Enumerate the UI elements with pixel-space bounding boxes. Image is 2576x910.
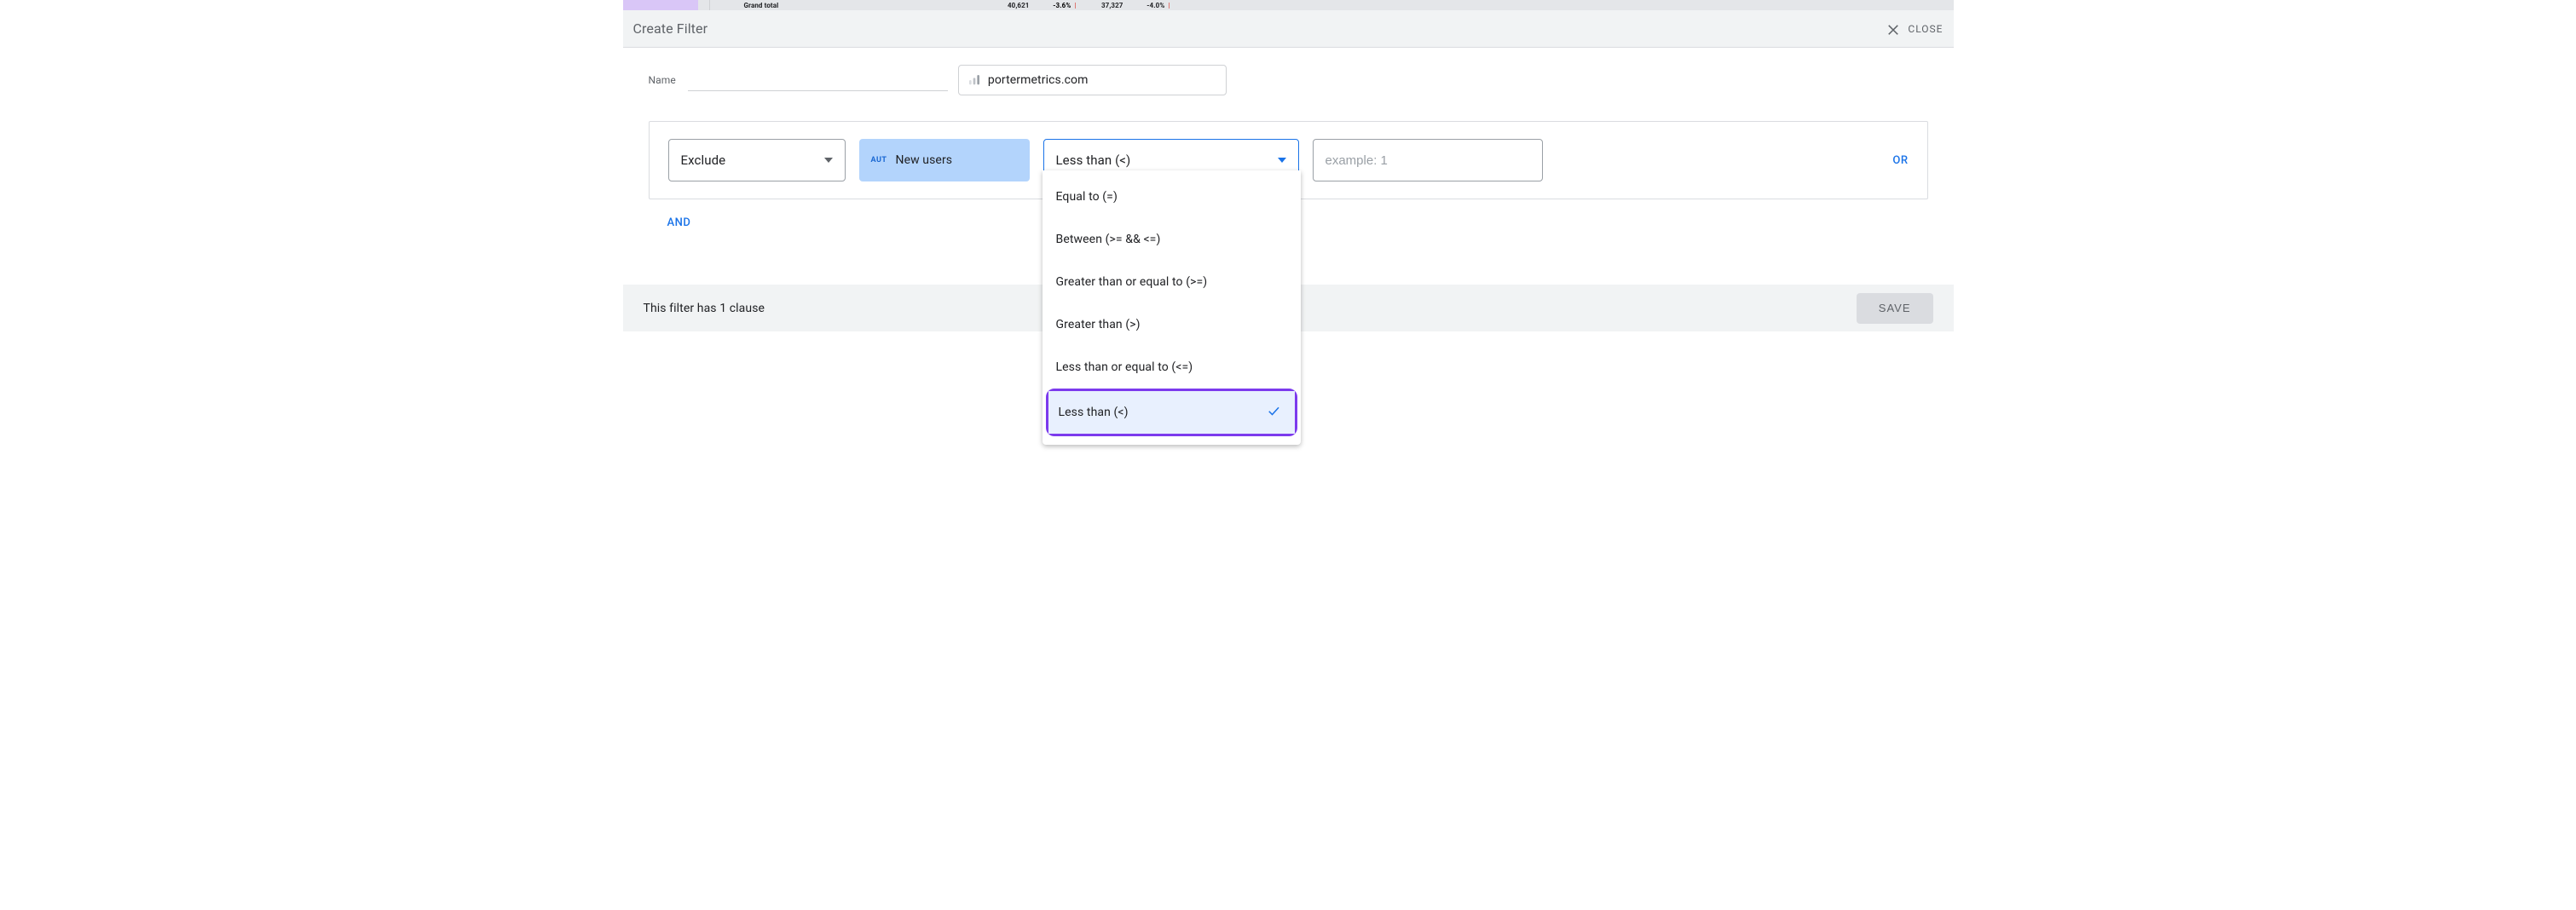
condition-value: Less than (<) xyxy=(1056,153,1131,168)
value-input[interactable] xyxy=(1313,139,1543,181)
footer-status: This filter has 1 clause xyxy=(644,302,765,315)
and-button[interactable]: AND xyxy=(667,216,691,229)
name-label: Name xyxy=(649,74,676,86)
condition-option-lte[interactable]: Less than or equal to (<=) xyxy=(1043,346,1301,389)
row-side-cell xyxy=(698,0,710,10)
total-delta-2: -4.0% | xyxy=(1128,2,1170,9)
close-label: CLOSE xyxy=(1908,23,1943,35)
chevron-down-icon xyxy=(1278,158,1286,163)
row-selector-cell xyxy=(623,0,698,10)
check-icon xyxy=(1266,403,1281,422)
or-button[interactable]: OR xyxy=(1892,154,1908,167)
total-value-2: 37,327 xyxy=(1085,2,1123,9)
condition-option-gte[interactable]: Greater than or equal to (>=) xyxy=(1043,261,1301,303)
condition-option-lt[interactable]: Less than (<) xyxy=(1048,391,1295,434)
metric-type-badge: AUT xyxy=(871,156,887,164)
total-delta-1: -3.6% | xyxy=(1034,2,1077,9)
include-exclude-select[interactable]: Exclude xyxy=(668,139,846,181)
panel-header: Create Filter CLOSE xyxy=(623,10,1954,48)
condition-option-highlight: Less than (<) xyxy=(1046,389,1297,436)
data-source-label: portermetrics.com xyxy=(988,73,1089,87)
panel-title: Create Filter xyxy=(633,20,708,37)
metric-chip[interactable]: AUT New users xyxy=(859,139,1030,181)
metric-name: New users xyxy=(895,153,952,167)
grand-total-label: Grand total xyxy=(744,2,983,9)
background-total-row: Grand total 40,621 -3.6% | 37,327 -4.0% … xyxy=(623,0,1954,10)
chevron-down-icon xyxy=(824,158,833,163)
condition-option-between[interactable]: Between (>= && <=) xyxy=(1043,218,1301,261)
data-source-chip[interactable]: portermetrics.com xyxy=(958,65,1227,95)
close-button[interactable]: CLOSE xyxy=(1886,10,1943,47)
name-row: Name portermetrics.com xyxy=(649,65,1928,95)
condition-dropdown: Equal to (=) Between (>= && <=) Greater … xyxy=(1043,170,1301,445)
condition-option-gt[interactable]: Greater than (>) xyxy=(1043,303,1301,346)
save-button[interactable]: SAVE xyxy=(1857,293,1933,324)
app-root: Grand total 40,621 -3.6% | 37,327 -4.0% … xyxy=(623,0,1954,331)
name-input[interactable] xyxy=(688,69,948,91)
total-value-1: 40,621 xyxy=(983,2,1030,9)
include-exclude-value: Exclude xyxy=(681,153,726,168)
condition-option-equal[interactable]: Equal to (=) xyxy=(1043,176,1301,218)
close-icon xyxy=(1886,21,1901,37)
analytics-icon xyxy=(967,73,981,87)
